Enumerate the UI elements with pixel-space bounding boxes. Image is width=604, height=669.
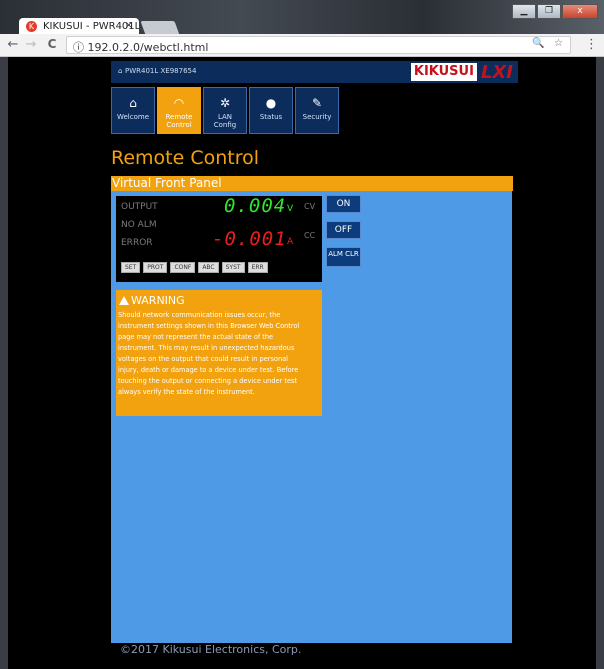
minimize-button[interactable]: ▁ — [512, 4, 536, 19]
kikusui-logo: KIKUSUI — [410, 63, 477, 81]
info-icon[interactable]: ⓘ — [73, 41, 84, 54]
info-icon: ● — [265, 96, 277, 110]
output-off-button[interactable]: OFF — [326, 221, 361, 239]
nav-tabs: ⌂ Welcome ◠ Remote Control ✲ LAN Config … — [111, 87, 341, 134]
err-key[interactable]: ERR — [247, 262, 268, 273]
instrument-header: ⌂ PWR401L XE987654 KIKUSUI LXI — [111, 61, 518, 83]
back-button[interactable]: ← — [6, 37, 20, 52]
url-input[interactable]: ⓘ 192.0.2.0/webctl.html 🔍 ☆ — [66, 36, 571, 54]
model-label: PWR401L XE987654 — [125, 67, 197, 75]
new-tab-button[interactable] — [140, 21, 180, 35]
tab-security[interactable]: ✎ Security — [295, 87, 339, 134]
voltage-unit: V — [287, 204, 294, 214]
warning-title: WARNING — [131, 294, 185, 307]
current-readout: -0.001 — [212, 228, 287, 250]
gear-icon: ✲ — [219, 96, 231, 110]
kikusui-lxi-logo: KIKUSUI LXI — [410, 61, 513, 83]
home-icon: ⌂ — [118, 67, 123, 75]
warning-heading: WARNING — [119, 294, 185, 307]
gauge-icon: ◠ — [173, 96, 185, 110]
abc-key[interactable]: ABC — [198, 262, 219, 273]
function-keys: SET PROT CONF ABC SYST ERR — [121, 262, 271, 273]
tab-label: Remote Control — [165, 113, 193, 129]
tab-label: Welcome — [116, 113, 150, 121]
voltage-readout: 0.004 — [224, 195, 287, 217]
page-title: Remote Control — [111, 147, 260, 169]
home-icon: ⌂ — [129, 96, 137, 110]
tab-remote-control[interactable]: ◠ Remote Control — [157, 87, 201, 134]
window-controls: ▁ ❐ x — [511, 4, 598, 19]
alarm-status: NO ALM — [121, 220, 157, 230]
warning-icon — [119, 296, 129, 305]
tab-close-icon[interactable]: × — [125, 20, 133, 31]
warning-text: Should network communication issues occu… — [118, 311, 300, 396]
syst-key[interactable]: SYST — [221, 262, 245, 273]
browser-tab[interactable]: K KIKUSUI - PWR401L ( × — [19, 18, 139, 35]
set-key[interactable]: SET — [121, 262, 141, 273]
current-unit: A — [287, 237, 294, 247]
tab-label: Status — [259, 113, 283, 121]
virtual-front-panel: OUTPUT NO ALM ERROR 0.004 V CV -0.001 A … — [111, 191, 512, 643]
output-status: OUTPUT — [121, 202, 158, 212]
copyright-footer: ©2017 Kikusui Electronics, Corp. — [120, 643, 302, 656]
tab-label: LAN Config — [213, 113, 237, 129]
tab-label: Security — [302, 113, 332, 121]
prot-key[interactable]: PROT — [143, 262, 168, 273]
output-on-button[interactable]: ON — [326, 195, 361, 213]
cc-indicator: CC — [304, 231, 316, 240]
tab-lan-config[interactable]: ✲ LAN Config — [203, 87, 247, 134]
error-status: ERROR — [121, 238, 153, 248]
web-page: ⌂ PWR401L XE987654 KIKUSUI LXI ⌂ Welcome… — [8, 57, 596, 669]
maximize-button[interactable]: ❐ — [537, 4, 561, 19]
tab-welcome[interactable]: ⌂ Welcome — [111, 87, 155, 134]
lxi-logo: LXI — [480, 61, 513, 83]
browser-titlebar: K KIKUSUI - PWR401L ( × ▁ ❐ x — [0, 0, 604, 35]
reload-button[interactable]: C — [45, 37, 59, 51]
address-bar: ← → C ⓘ 192.0.2.0/webctl.html 🔍 ☆ ⋮ — [0, 34, 604, 57]
cv-indicator: CV — [304, 202, 316, 211]
close-window-button[interactable]: x — [562, 4, 598, 19]
zoom-bookmark-icons[interactable]: 🔍 ☆ — [532, 38, 566, 49]
browser-menu-icon[interactable]: ⋮ — [585, 37, 598, 52]
section-title: Virtual Front Panel — [111, 176, 513, 191]
alarm-clear-button[interactable]: ALM CLR — [326, 247, 361, 267]
kikusui-favicon-icon: K — [26, 21, 37, 32]
instrument-display: OUTPUT NO ALM ERROR 0.004 V CV -0.001 A … — [116, 195, 322, 282]
wrench-icon: ✎ — [311, 96, 323, 110]
conf-key[interactable]: CONF — [170, 262, 196, 273]
forward-button[interactable]: → — [24, 37, 38, 52]
url-text: 192.0.2.0/webctl.html — [87, 41, 209, 54]
warning-box: WARNING Should network communication iss… — [116, 290, 322, 416]
tab-status[interactable]: ● Status — [249, 87, 293, 134]
